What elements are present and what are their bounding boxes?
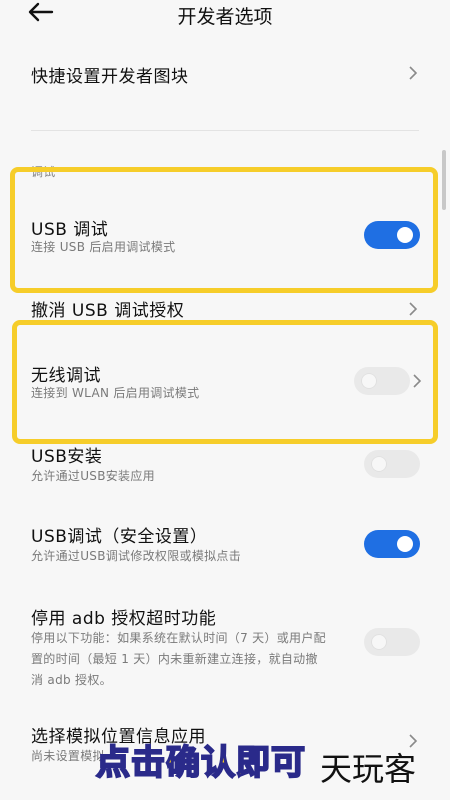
chevron-right-icon	[409, 302, 418, 316]
usb-debug-secure-toggle[interactable]	[364, 530, 420, 558]
toggle-knob	[397, 536, 413, 552]
list-item-usb-debug-secure[interactable]: USB调试（安全设置） 允许通过USB调试修改权限或模拟点击	[0, 520, 450, 570]
item-subtitle: 允许通过USB调试修改权限或模拟点击	[31, 549, 242, 563]
item-label: USB安装	[31, 447, 103, 467]
caption-overlay: 点击确认即可	[95, 742, 306, 784]
list-item-quick-tiles[interactable]: 快捷设置开发者图块	[0, 50, 450, 98]
divider	[31, 130, 419, 131]
item-label: 快捷设置开发者图块	[31, 67, 189, 87]
item-subtitle-line-2: 置的时间（最短 1 天）内未重新建立连接，就自动撤	[31, 652, 318, 666]
item-label: 停用 adb 授权超时功能	[31, 609, 217, 629]
item-subtitle-line-3: 消 adb 授权。	[31, 673, 112, 687]
list-item-adb-timeout[interactable]: 停用 adb 授权超时功能 停用以下功能：如果系统在默认时间（7 天）或用户配 …	[0, 602, 450, 692]
toggle-knob	[371, 456, 387, 472]
item-subtitle: 允许通过USB安装应用	[31, 469, 155, 483]
toggle-knob	[371, 634, 387, 650]
usb-install-toggle[interactable]	[364, 450, 420, 478]
highlight-box-wireless-debug	[12, 320, 438, 444]
chevron-right-icon	[409, 66, 418, 80]
brand-watermark: 天玩客	[320, 750, 417, 788]
page-title: 开发者选项	[177, 6, 273, 28]
item-label: USB调试（安全设置）	[31, 527, 208, 547]
item-subtitle-line-1: 停用以下功能：如果系统在默认时间（7 天）或用户配	[31, 631, 326, 645]
scrollbar[interactable]	[442, 150, 446, 210]
list-item-usb-install[interactable]: USB安装 允许通过USB安装应用	[0, 440, 450, 490]
top-bar: 开发者选项	[0, 0, 450, 30]
item-label: 撤消 USB 调试授权	[31, 301, 185, 321]
adb-timeout-toggle[interactable]	[364, 628, 420, 656]
item-subtitle: 尚未设置模拟	[31, 749, 105, 763]
highlight-box-usb-debug	[10, 167, 438, 293]
